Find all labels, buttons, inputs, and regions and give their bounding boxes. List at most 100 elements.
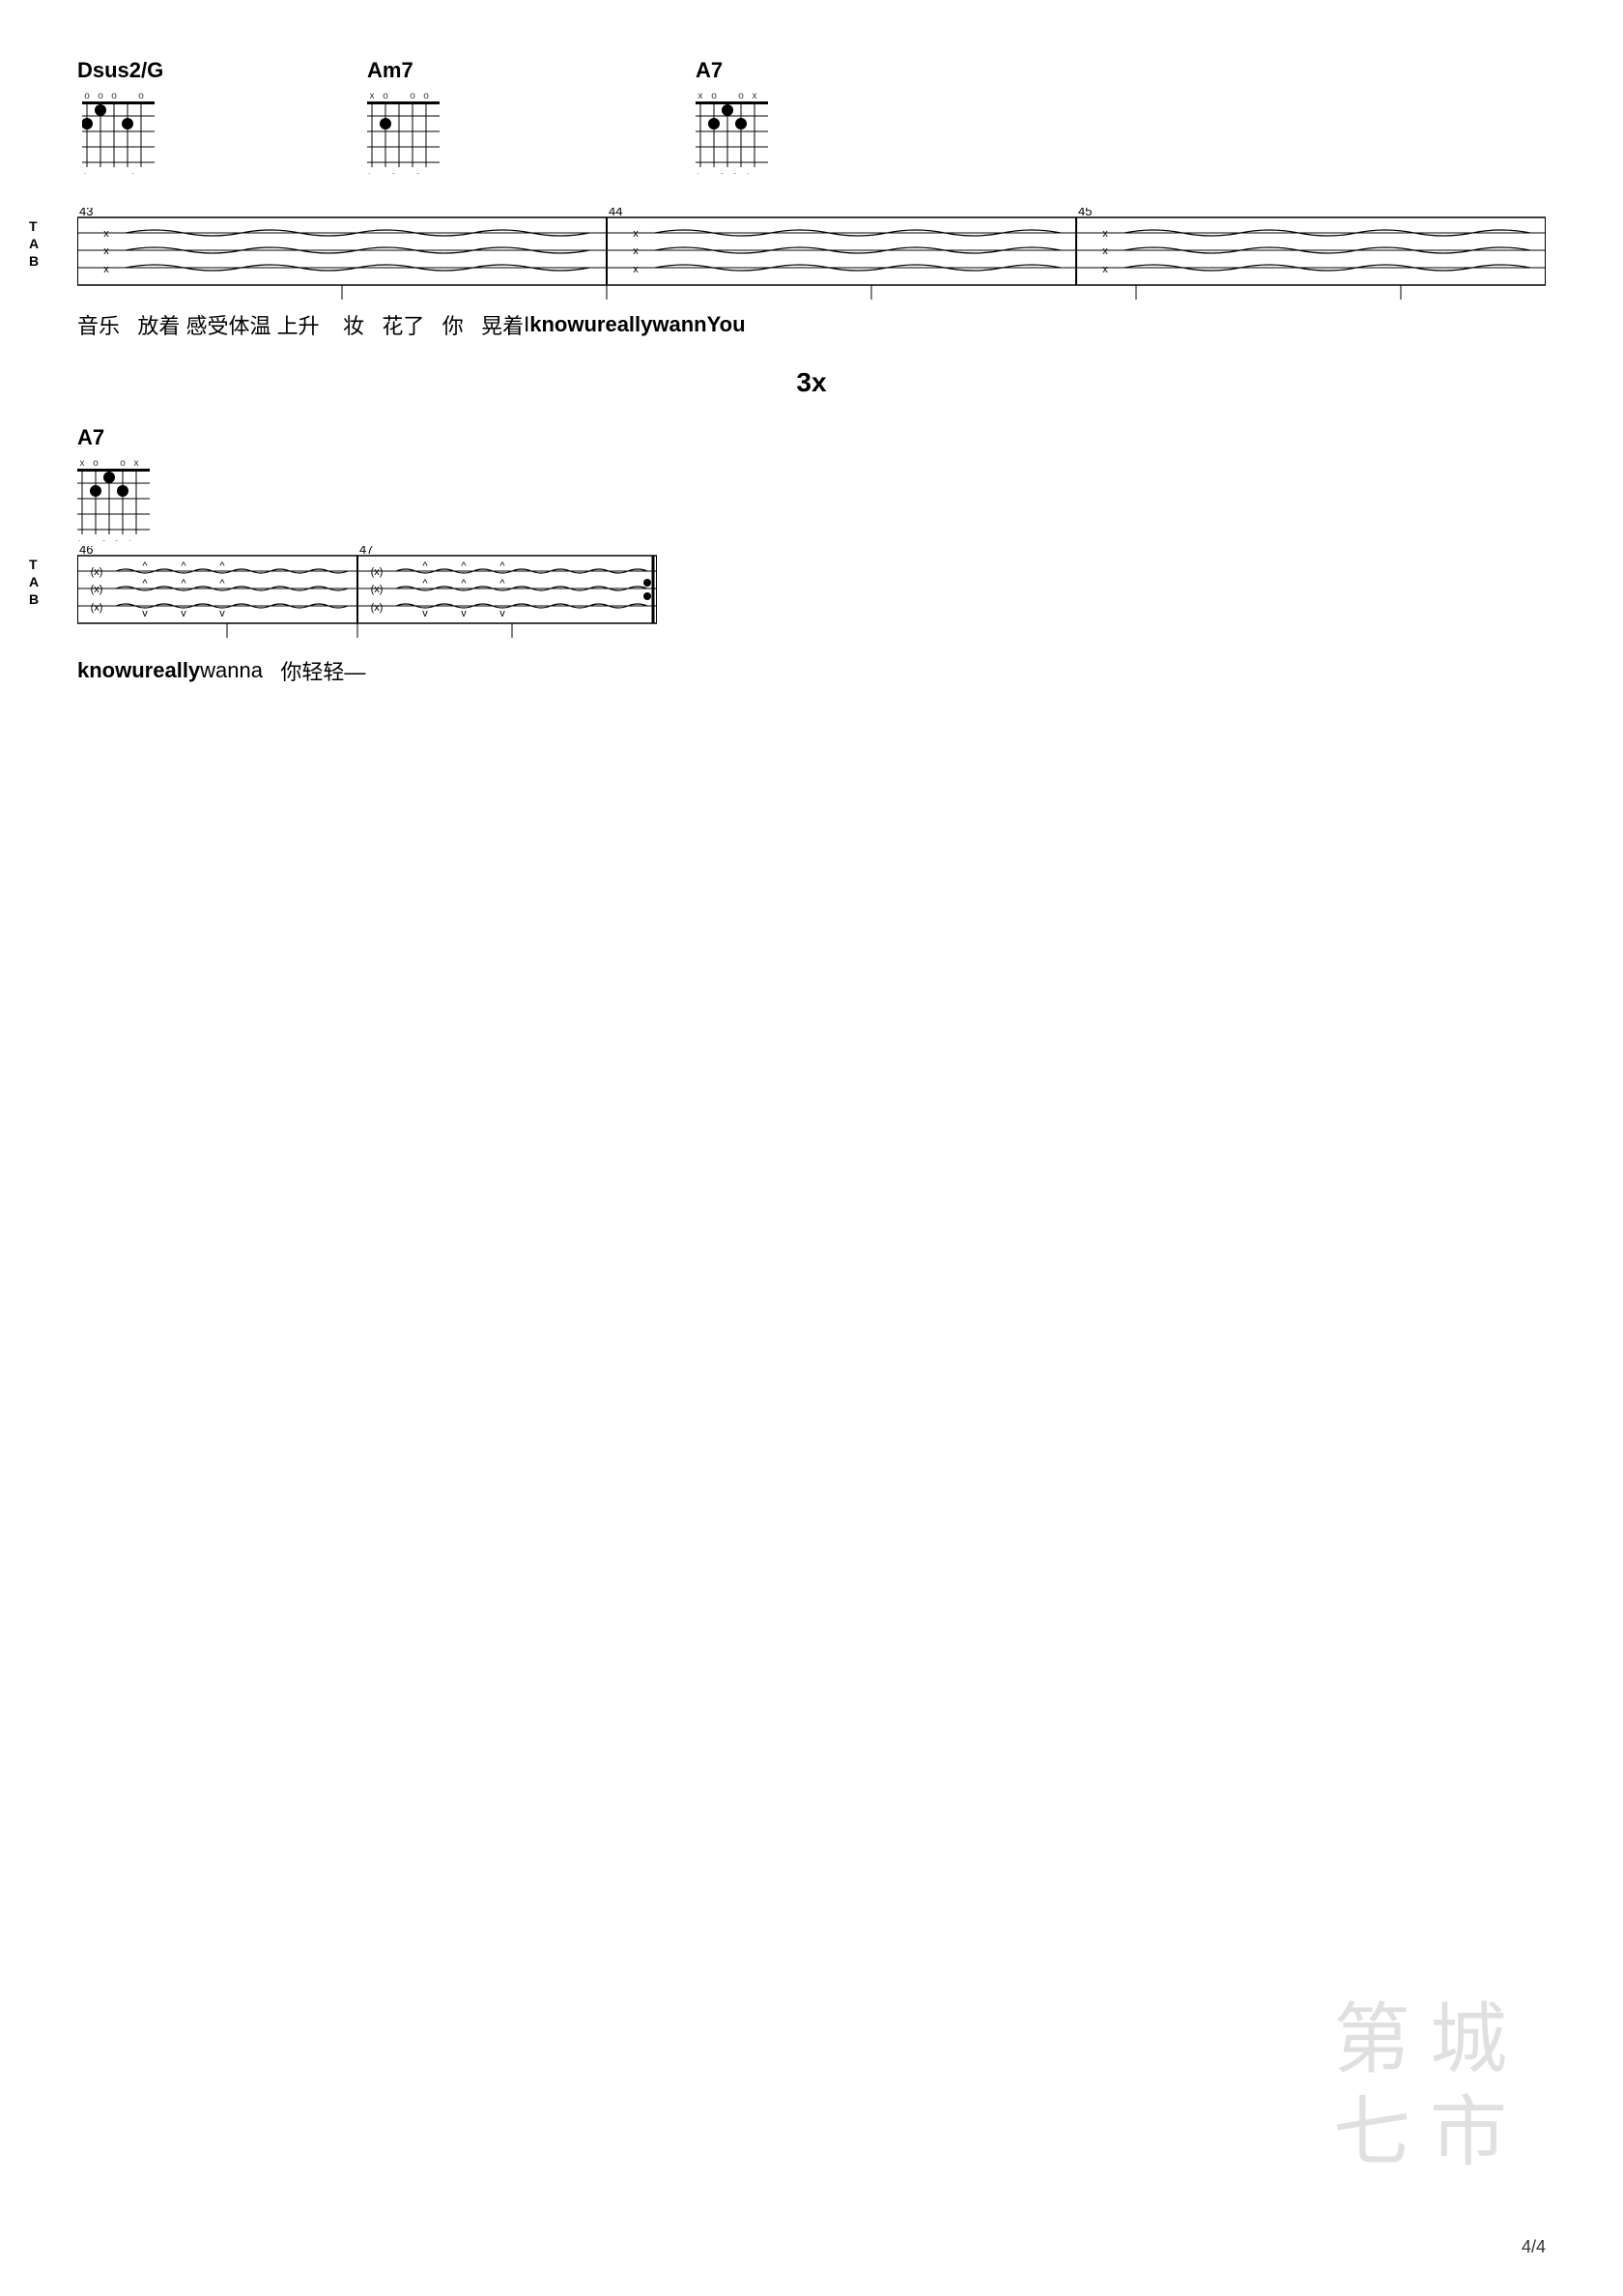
lyric-fangzhe: 放着 xyxy=(120,309,180,340)
svg-text:(x): (x) xyxy=(371,584,384,595)
svg-text:v: v xyxy=(142,608,148,619)
svg-text:3: 3 xyxy=(101,539,106,541)
chord-am7: Am7 x o o o xyxy=(367,58,444,174)
svg-text:^: ^ xyxy=(181,578,186,589)
svg-text:^: ^ xyxy=(219,578,225,589)
svg-text:o: o xyxy=(93,458,99,469)
svg-text:1: 1 xyxy=(746,172,751,174)
page: Dsus2/G o o o o xyxy=(0,0,1623,2296)
tab-staff-section2: 46 47 (x) ^ ^ ^ (x) ^ ^ ^ (x) v v xyxy=(77,546,657,647)
chord-a7-grid: x o o x xyxy=(696,87,773,174)
tab-label-2: T A B xyxy=(29,556,39,608)
lyric-huala: 花了 xyxy=(364,309,424,340)
chord-a7-2: A7 x o o x 1 3 3 xyxy=(77,425,155,541)
svg-text:47: 47 xyxy=(359,546,373,557)
lyric-wann: wann xyxy=(652,312,706,337)
svg-text:(x): (x) xyxy=(371,566,384,578)
svg-text:^: ^ xyxy=(422,578,428,589)
svg-text:v: v xyxy=(181,608,186,619)
svg-text:o: o xyxy=(383,91,388,101)
chord-am7-name: Am7 xyxy=(367,58,413,83)
svg-text:1: 1 xyxy=(77,539,82,541)
svg-text:x: x xyxy=(633,264,639,275)
svg-text:^: ^ xyxy=(219,560,225,572)
svg-text:^: ^ xyxy=(422,560,428,572)
svg-text:o: o xyxy=(711,91,717,101)
lyric-ganshoutiwen: 感受体温 xyxy=(180,309,270,340)
tab-svg-section2: 46 47 (x) ^ ^ ^ (x) ^ ^ ^ (x) v v xyxy=(77,546,657,643)
watermark: 第 城 七 市 xyxy=(1333,1995,1507,2180)
svg-text:45: 45 xyxy=(1078,208,1092,218)
chord-dsus2g-name: Dsus2/G xyxy=(77,58,163,83)
lyric-shangsheng: 上升 xyxy=(270,309,319,340)
svg-text:^: ^ xyxy=(142,560,148,572)
svg-text:o: o xyxy=(410,91,415,101)
svg-text:v: v xyxy=(219,608,225,619)
svg-text:x: x xyxy=(370,91,375,101)
svg-text:4: 4 xyxy=(82,172,87,174)
svg-text:6: 6 xyxy=(130,172,135,174)
section2: A7 x o o x 1 3 3 xyxy=(77,425,155,541)
chord-am7-grid: x o o o xyxy=(367,87,444,174)
lyric2-knowurea: knowurea xyxy=(77,658,177,683)
svg-text:2: 2 xyxy=(415,172,420,174)
svg-text:x: x xyxy=(134,458,139,469)
tab-svg-section1: T A B 43 44 45 x x xyxy=(77,208,1546,304)
svg-text:v: v xyxy=(422,608,428,619)
lyric2-lly: lly xyxy=(177,658,200,683)
svg-text:o: o xyxy=(84,91,90,101)
svg-text:44: 44 xyxy=(609,208,622,218)
lyric2-niqingqing: 你轻轻— xyxy=(263,655,365,686)
lyric-you: You xyxy=(707,312,746,337)
svg-text:o: o xyxy=(98,91,103,101)
svg-text:1: 1 xyxy=(696,172,700,174)
svg-text:^: ^ xyxy=(499,578,505,589)
chord-dsus2g: Dsus2/G o o o o xyxy=(77,58,163,174)
tab-label: T A B xyxy=(29,217,39,270)
svg-text:v: v xyxy=(461,608,467,619)
svg-text:3: 3 xyxy=(114,539,119,541)
svg-text:43: 43 xyxy=(79,208,93,218)
chord-a7: A7 x o o x xyxy=(696,58,773,174)
svg-text:3: 3 xyxy=(391,172,396,174)
svg-text:o: o xyxy=(138,91,144,101)
svg-text:(x): (x) xyxy=(91,602,103,614)
repeat-indicator: 3x xyxy=(0,367,1623,398)
watermark-line2: 七 市 xyxy=(1333,2087,1507,2180)
svg-text:o: o xyxy=(423,91,429,101)
svg-text:(x): (x) xyxy=(91,584,103,595)
svg-text:o: o xyxy=(111,91,117,101)
svg-text:^: ^ xyxy=(461,560,467,572)
svg-text:o: o xyxy=(738,91,744,101)
svg-text:3: 3 xyxy=(720,172,725,174)
svg-text:(x): (x) xyxy=(371,602,384,614)
svg-text:o: o xyxy=(120,458,126,469)
lyric2-wanna: wanna xyxy=(200,658,263,683)
svg-text:^: ^ xyxy=(461,578,467,589)
svg-text:x: x xyxy=(753,91,757,101)
watermark-line1: 第 城 xyxy=(1333,1995,1507,2087)
svg-text:(x): (x) xyxy=(91,566,103,578)
svg-text:x: x xyxy=(103,228,109,240)
lyric-zhuang: 妆 xyxy=(320,309,364,340)
chord-a7-2-grid: x o o x 1 3 3 1 xyxy=(77,454,155,541)
lyrics-section1: 音乐 放着 感受体温 上升 妆 花了 你 晃着 I knowu really w… xyxy=(77,309,1546,340)
page-number: 4/4 xyxy=(1522,2237,1546,2257)
svg-text:3: 3 xyxy=(732,172,737,174)
svg-text:^: ^ xyxy=(499,560,505,572)
lyric-huang: 晃着 xyxy=(464,309,524,340)
svg-text:1: 1 xyxy=(128,539,132,541)
svg-text:x: x xyxy=(103,264,109,275)
svg-text:^: ^ xyxy=(181,560,186,572)
svg-text:x: x xyxy=(633,228,639,240)
svg-text:x: x xyxy=(1102,245,1108,257)
repeat-text: 3x xyxy=(796,367,826,397)
svg-text:x: x xyxy=(1102,264,1108,275)
svg-text:x: x xyxy=(698,91,703,101)
svg-text:1: 1 xyxy=(367,172,372,174)
svg-text:^: ^ xyxy=(142,578,148,589)
lyric-ni: 你 xyxy=(424,309,463,340)
svg-text:x: x xyxy=(1102,228,1108,240)
chord-a7-name: A7 xyxy=(696,58,723,83)
svg-text:x: x xyxy=(80,458,85,469)
